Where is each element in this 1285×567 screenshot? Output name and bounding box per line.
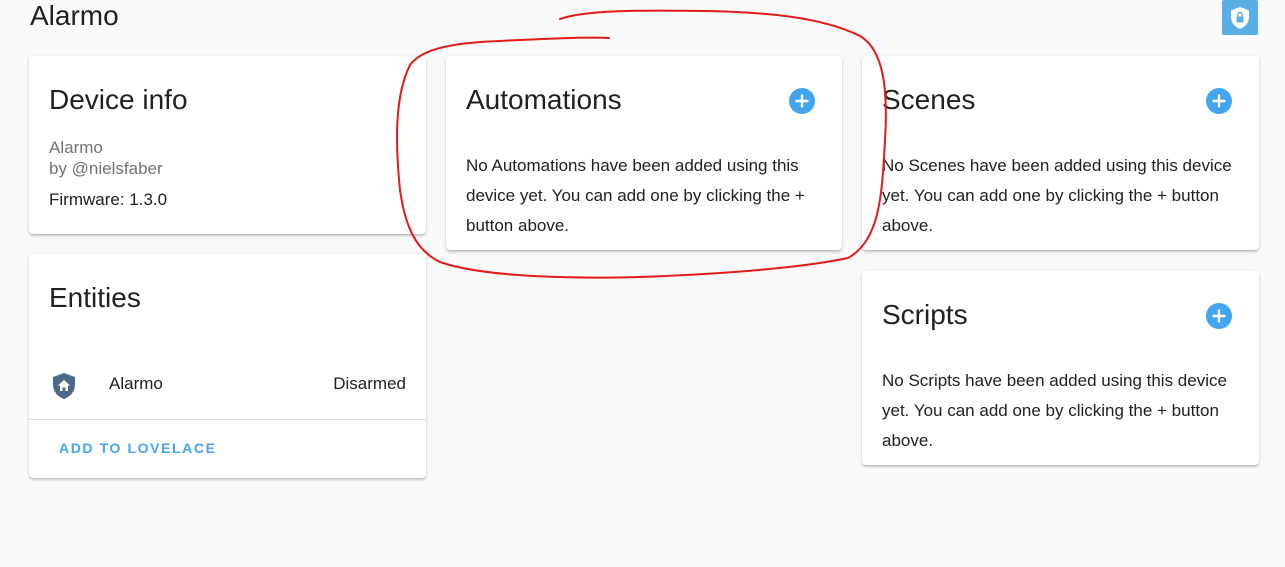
entities-card: Entities Alarmo Disarmed ADD TO LOVELACE xyxy=(29,254,426,478)
add-automation-button[interactable] xyxy=(789,88,815,114)
scenes-empty-line-3: above. xyxy=(882,216,934,235)
entity-state: Disarmed xyxy=(333,374,406,393)
device-firmware: Firmware: 1.3.0 xyxy=(49,190,168,209)
automations-empty-line-2: device yet. You can add one by clicking … xyxy=(466,186,805,205)
device-info-card: Device info Alarmo by @nielsfaber Firmwa… xyxy=(29,56,426,234)
scenes-card: Scenes No Scenes have been added using t… xyxy=(862,56,1259,250)
card-divider xyxy=(29,419,426,420)
scripts-empty-line-1: No Scripts have been added using this de… xyxy=(882,371,1227,390)
page-title: Alarmo xyxy=(30,0,119,31)
scenes-title: Scenes xyxy=(882,84,976,115)
automations-card: Automations No Automations have been add… xyxy=(446,56,842,250)
scripts-empty-line-2: yet. You can add one by clicking the + b… xyxy=(882,401,1219,420)
device-info-title: Device info xyxy=(49,84,188,115)
scenes-empty-line-1: No Scenes have been added using this dev… xyxy=(882,156,1232,175)
shield-lock-icon xyxy=(1231,6,1249,29)
automations-title: Automations xyxy=(466,84,622,115)
scenes-empty-line-2: yet. You can add one by clicking the + b… xyxy=(882,186,1219,205)
plus-icon xyxy=(1212,94,1226,108)
device-manufacturer: by @nielsfaber xyxy=(49,159,163,178)
entity-name: Alarmo xyxy=(109,374,163,393)
automations-empty-line-1: No Automations have been added using thi… xyxy=(466,156,799,175)
device-model: Alarmo xyxy=(49,138,103,157)
scripts-card: Scripts No Scripts have been added using… xyxy=(862,271,1259,465)
entities-title: Entities xyxy=(49,282,141,313)
alarm-panel-badge[interactable] xyxy=(1222,0,1258,35)
shield-home-icon xyxy=(53,373,75,399)
scripts-empty-line-3: above. xyxy=(882,431,934,450)
plus-icon xyxy=(795,94,809,108)
scripts-title: Scripts xyxy=(882,299,968,330)
add-scene-button[interactable] xyxy=(1206,88,1232,114)
add-to-lovelace-button[interactable]: ADD TO LOVELACE xyxy=(59,440,217,456)
entity-row[interactable]: Alarmo Disarmed xyxy=(29,366,426,406)
automations-empty-line-3: button above. xyxy=(466,216,570,235)
add-script-button[interactable] xyxy=(1206,303,1232,329)
plus-icon xyxy=(1212,309,1226,323)
